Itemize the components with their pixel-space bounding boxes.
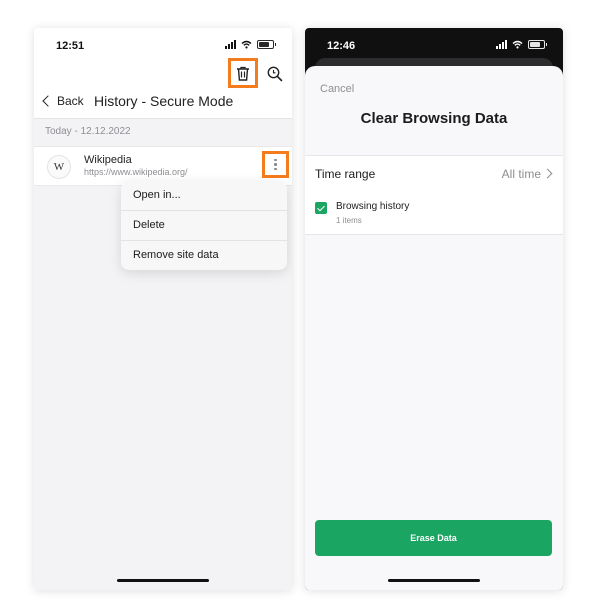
cancel-button[interactable]: Cancel [320,83,354,95]
chevron-right-icon [542,168,553,179]
status-time: 12:51 [56,40,85,52]
menu-item-delete[interactable]: Delete [121,211,287,241]
option-label: Browsing history [336,201,410,212]
history-search-icon [267,66,283,82]
status-icons [496,40,547,49]
battery-icon [528,40,547,49]
time-range-value: All time [501,167,541,181]
history-screen: 12:51 Back History - Secure Mode Today -… [34,28,292,590]
menu-item-open-in[interactable]: Open in... [121,181,287,211]
back-button[interactable]: Back [40,94,84,108]
status-time: 12:46 [327,40,356,52]
chevron-left-icon [42,95,54,107]
status-bar: 12:46 [305,28,563,60]
erase-data-button[interactable]: Erase Data [315,520,552,556]
status-bar: 12:51 [34,28,292,60]
status-icons [225,40,276,49]
back-label: Back [57,94,84,108]
clear-data-screen: 12:46 Cancel Clear Browsing Data Time ra… [305,28,563,590]
option-item-count: 1 items [336,216,362,225]
wifi-icon [241,40,252,49]
battery-icon [257,40,276,49]
page-title: History - Secure Mode [94,93,234,109]
signal-icon [496,40,507,49]
signal-icon [225,40,236,49]
wifi-icon [512,40,523,49]
wikipedia-favicon-icon: W [47,155,71,179]
sheet-title: Clear Browsing Data [360,110,508,127]
time-range-label: Time range [315,167,376,181]
date-section-header: Today - 12.12.2022 [45,126,131,137]
context-menu: Open in... Delete Remove site data [121,181,287,270]
browsing-history-checkbox[interactable] [315,202,327,214]
browsing-history-option[interactable]: Browsing history 1 items [305,192,563,235]
history-item-url: https://www.wikipedia.org/ [84,167,188,177]
time-range-row[interactable]: Time range All time [305,155,563,193]
home-indicator [117,579,209,582]
home-indicator [388,579,480,582]
trash-highlight-box [228,58,258,88]
search-history-button[interactable] [266,65,284,83]
menu-item-remove-site-data[interactable]: Remove site data [121,241,287,270]
more-button-highlight-box [262,151,289,178]
history-item[interactable]: W Wikipedia https://www.wikipedia.org/ [34,146,292,186]
history-item-title: Wikipedia [84,154,132,166]
clear-data-sheet: Cancel Clear Browsing Data Time range Al… [305,66,563,590]
